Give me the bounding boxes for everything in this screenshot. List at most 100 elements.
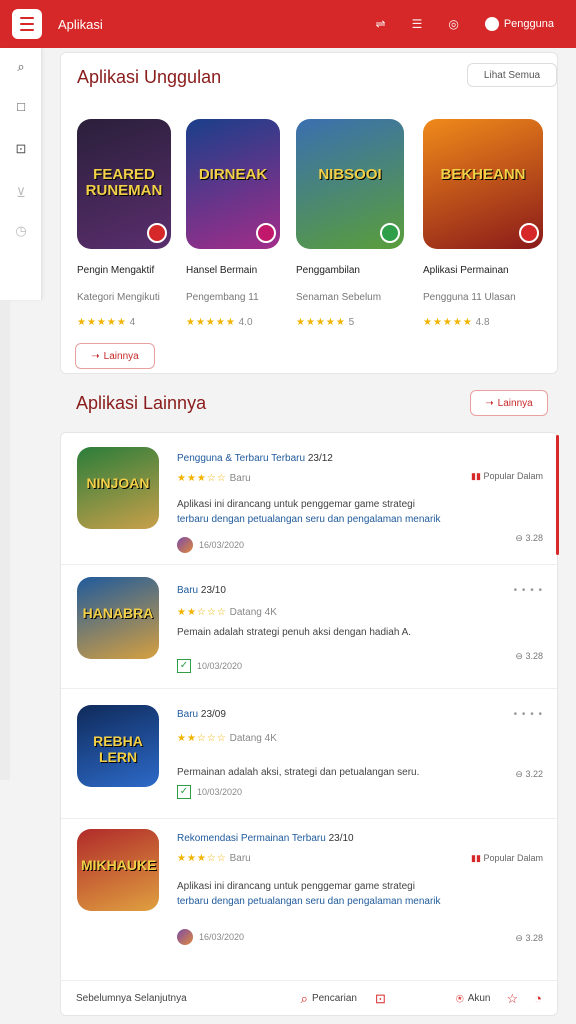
app-meta: ✓ 10/03/2020	[177, 785, 242, 799]
notification-icon[interactable]: ◎	[448, 17, 458, 31]
game-rating: ★★★★★ 4.0	[186, 317, 253, 328]
app-rating: ★★☆☆☆ Datang 4K	[177, 733, 277, 744]
list-more-button[interactable]: ➝ Lainnya	[470, 390, 548, 416]
badge-icon	[380, 223, 400, 243]
account-button[interactable]: ⍟ Akun	[456, 991, 491, 1007]
stars-icon: ★★★☆☆	[177, 473, 227, 484]
featured-game-2[interactable]: DIRNEAK Hansel Bermain Pengembang 11 ★★★…	[186, 119, 286, 328]
game-name: Penggambilan	[296, 265, 360, 276]
more-button[interactable]: ➝ Lainnya	[75, 343, 155, 369]
badge-icon	[256, 223, 276, 243]
app-title[interactable]: Rekomendasi Permainan Terbaru 23/10	[177, 833, 354, 844]
menu-icon[interactable]	[12, 9, 42, 39]
list-section-title: Aplikasi Lainnya	[76, 393, 207, 413]
app-title[interactable]: Baru 23/10	[177, 585, 226, 596]
square-icon[interactable]: □	[14, 100, 28, 114]
star-icon[interactable]: ☆	[506, 991, 518, 1007]
share-icon[interactable]: ⇌	[376, 17, 386, 31]
rail-strip	[0, 300, 10, 780]
profile-label: Pengguna	[503, 18, 554, 30]
game-category: Senaman Sebelum	[296, 292, 382, 303]
featured-card: Aplikasi Unggulan Lihat Semua FEARED RUN…	[60, 52, 558, 374]
download-icon: ⊖	[515, 533, 523, 543]
chart-icon: ▮▮	[471, 853, 481, 863]
stars-icon: ★★☆☆☆	[177, 733, 227, 744]
bottom-bar: Sebelumnya Selanjutnya ⌕ Pencarian ⊡ ⍟ A…	[60, 980, 558, 1016]
list-item[interactable]: REBHA LERN Baru 23/09 • • • • ★★☆☆☆ Data…	[61, 689, 559, 819]
download-icon[interactable]: ⊻	[14, 186, 28, 200]
popular-label: ▮▮ Popular Dalam	[471, 471, 543, 481]
download-icon: ⊖	[515, 651, 523, 661]
game-name: Aplikasi Permainan	[423, 265, 509, 276]
game-rating: ★★★★★ 4	[77, 317, 136, 328]
app-rating: ★★★☆☆ Baru	[177, 853, 251, 864]
game-name: Pengin Mengaktif	[77, 265, 155, 276]
clock-icon[interactable]: ◷	[14, 224, 28, 238]
stars-icon: ★★★★★	[296, 317, 346, 328]
app-thumbnail[interactable]: REBHA LERN	[77, 705, 159, 787]
featured-game-4[interactable]: BEKHEANN Aplikasi Permainan Pengguna 11 …	[423, 119, 543, 328]
more-icon[interactable]: • • • •	[514, 585, 543, 596]
more-icon[interactable]: • • • •	[514, 709, 543, 720]
stars-icon: ★★★★★	[186, 317, 236, 328]
game-thumbnail[interactable]: BEKHEANN	[423, 119, 543, 249]
app-title[interactable]: Baru 23/09	[177, 709, 226, 720]
search-icon[interactable]: ⌕	[14, 60, 28, 74]
tag-icon[interactable]: ⊡	[14, 142, 28, 156]
game-thumbnail[interactable]: FEARED RUNEMAN	[77, 119, 171, 249]
game-category: Kategori Mengikuti	[77, 292, 160, 303]
side-rail: ⌕ □ ⊡ ⊻ ◷	[0, 48, 42, 300]
download-icon: ⊖	[515, 769, 523, 779]
popular-label: ▮▮ Popular Dalam	[471, 853, 543, 863]
game-category: Pengguna 11 Ulasan	[423, 292, 516, 303]
app-description: Permainan adalah aksi, strategi dan petu…	[177, 767, 420, 778]
top-icons: ⇌ ☰ ◎ Pengguna	[376, 17, 554, 31]
game-category: Pengembang 11	[186, 292, 259, 303]
chat-icon[interactable]: ◔	[534, 991, 542, 1006]
arrow-icon: ➝	[485, 397, 494, 409]
list-icon[interactable]: ☰	[412, 17, 423, 31]
avatar	[177, 537, 193, 553]
calendar-icon[interactable]: ⊡	[375, 991, 386, 1007]
app-title[interactable]: Pengguna & Terbaru Terbaru 23/12	[177, 453, 333, 464]
app-title: Aplikasi	[58, 16, 103, 32]
app-thumbnail[interactable]: MIKHAUKE	[77, 829, 159, 911]
list-item[interactable]: NINJOAN Pengguna & Terbaru Terbaru 23/12…	[61, 433, 559, 565]
app-rating: ★★★☆☆ Baru	[177, 473, 251, 484]
avatar	[177, 929, 193, 945]
app-meta: ✓ 10/03/2020	[177, 659, 242, 673]
check-icon: ✓	[177, 785, 191, 799]
featured-game-3[interactable]: NIBSOOI Penggambilan Senaman Sebelum ★★★…	[296, 119, 404, 328]
stars-icon: ★★☆☆☆	[177, 607, 227, 618]
featured-game-1[interactable]: FEARED RUNEMAN Pengin Mengaktif Kategori…	[77, 119, 177, 328]
app-thumbnail[interactable]: NINJOAN	[77, 447, 159, 529]
stars-icon: ★★★☆☆	[177, 853, 227, 864]
arrow-icon: ➝	[91, 350, 100, 362]
list-item[interactable]: HANABRA Baru 23/10 • • • • ★★☆☆☆ Datang …	[61, 565, 559, 689]
stars-icon: ★★★★★	[423, 317, 473, 328]
check-icon: ✓	[177, 659, 191, 673]
badge-icon	[147, 223, 167, 243]
download-icon: ⊖	[515, 933, 523, 943]
download-count: ⊖ 3.22	[515, 769, 543, 779]
game-rating: ★★★★★ 4.8	[423, 317, 490, 328]
app-list: NINJOAN Pengguna & Terbaru Terbaru 23/12…	[60, 432, 559, 1016]
user-icon: ⍟	[455, 990, 464, 1006]
pagination-label[interactable]: Sebelumnya Selanjutnya	[76, 993, 187, 1004]
game-thumbnail[interactable]: DIRNEAK	[186, 119, 280, 249]
app-thumbnail[interactable]: HANABRA	[77, 577, 159, 659]
app-description: Aplikasi ini dirancang untuk penggemar g…	[177, 499, 441, 525]
search-button[interactable]: ⌕ Pencarian	[301, 991, 357, 1007]
chart-icon: ▮▮	[471, 471, 481, 481]
download-count: ⊖ 3.28	[515, 533, 543, 543]
top-bar: Aplikasi ⇌ ☰ ◎ Pengguna	[0, 0, 576, 48]
game-thumbnail[interactable]: NIBSOOI	[296, 119, 404, 249]
list-item[interactable]: MIKHAUKE Rekomendasi Permainan Terbaru 2…	[61, 819, 559, 969]
see-all-button[interactable]: Lihat Semua	[467, 63, 557, 87]
profile-button[interactable]: Pengguna	[484, 17, 554, 31]
badge-icon	[519, 223, 539, 243]
featured-title: Aplikasi Unggulan	[77, 67, 222, 87]
game-rating: ★★★★★ 5	[296, 317, 355, 328]
search-icon: ⌕	[300, 990, 308, 1006]
game-name: Hansel Bermain	[186, 265, 258, 276]
